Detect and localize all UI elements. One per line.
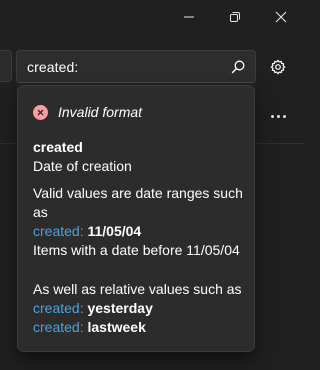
error-row: Invalid format xyxy=(33,103,142,121)
close-icon xyxy=(275,11,287,23)
relative-values-line: As well as relative values such as xyxy=(33,281,242,297)
property-description: Date of creation xyxy=(33,158,132,174)
settings-button[interactable] xyxy=(264,54,292,80)
app-window: created: Invalid format created Date of … xyxy=(0,0,304,370)
example-date-description: Items with a date before 11/05/04 xyxy=(33,242,240,258)
minimize-icon xyxy=(184,16,194,18)
more-options-button[interactable] xyxy=(264,106,292,126)
restore-icon xyxy=(230,12,240,22)
search-syntax-tooltip: Invalid format created Date of creation … xyxy=(17,85,255,352)
example-value: lastweek xyxy=(87,319,146,335)
example-value: 11/05/04 xyxy=(87,223,142,239)
more-horizontal-icon xyxy=(270,114,274,118)
address-bar-edge[interactable] xyxy=(0,50,12,82)
minimize-button[interactable] xyxy=(166,0,212,34)
example-yesterday: created: yesterday xyxy=(33,300,153,316)
valid-values-line-1: Valid values are date ranges such xyxy=(33,185,243,201)
valid-values-line-2: as xyxy=(33,204,48,220)
error-message: Invalid format xyxy=(58,104,143,120)
example-value: yesterday xyxy=(87,300,153,316)
more-dot xyxy=(276,114,280,118)
title-bar xyxy=(0,0,304,38)
search-input-value: created: xyxy=(27,59,79,75)
gear-icon xyxy=(270,59,286,75)
more-dot xyxy=(282,114,286,118)
example-lastweek: created: lastweek xyxy=(33,319,146,335)
search-input[interactable]: created: xyxy=(16,50,256,83)
restore-button[interactable] xyxy=(212,0,258,34)
search-icon[interactable] xyxy=(230,59,246,75)
example-keyword: created: xyxy=(33,223,84,239)
error-icon xyxy=(33,104,48,120)
property-name: created xyxy=(33,139,83,155)
example-date: created: 11/05/04 xyxy=(33,223,141,239)
close-button[interactable] xyxy=(258,0,304,34)
example-keyword: created: xyxy=(33,300,84,316)
example-keyword: created: xyxy=(33,319,84,335)
